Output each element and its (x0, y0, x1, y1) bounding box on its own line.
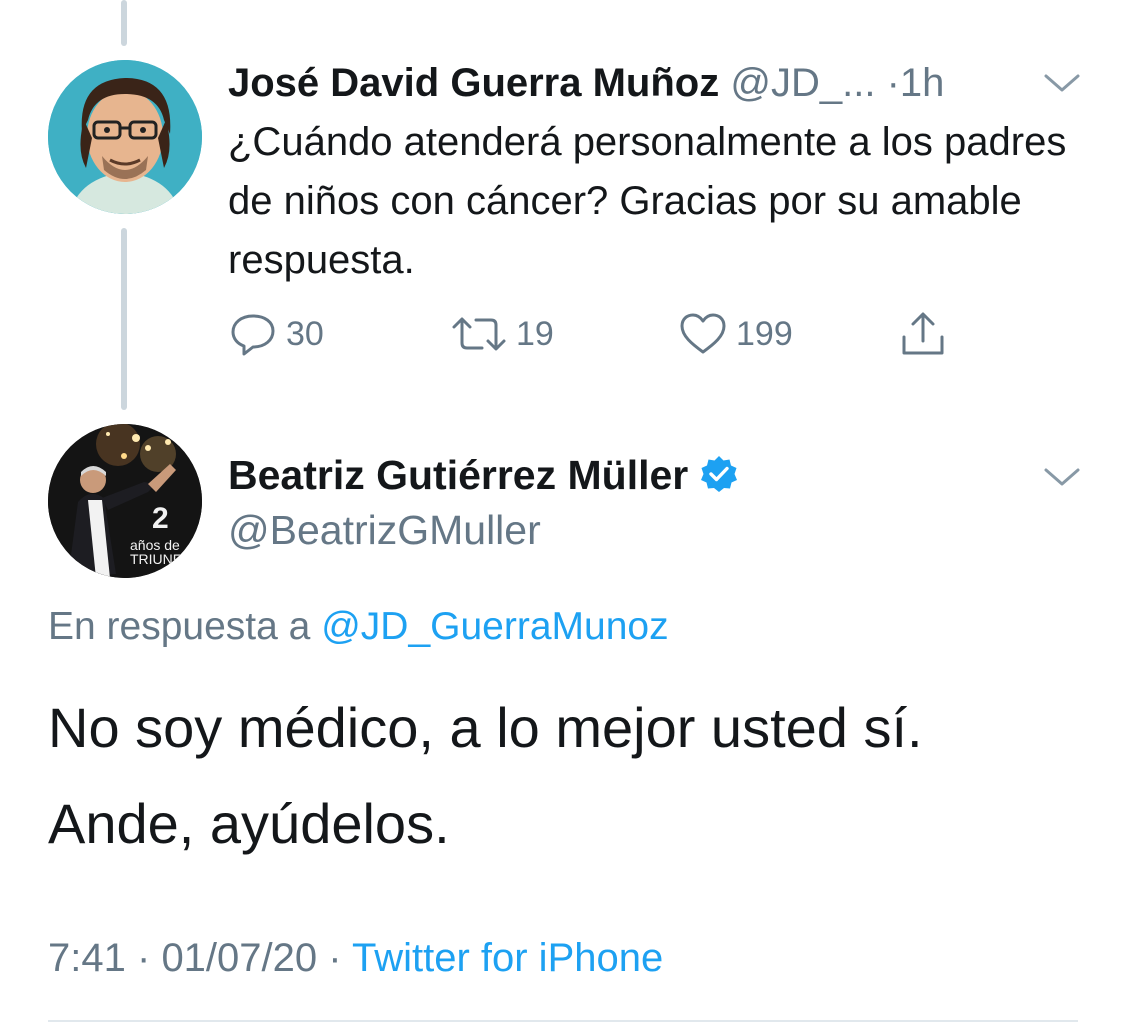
reply-context: En respuesta a @JD_GuerraMunoz (48, 602, 669, 652)
avatar-photo-image: 2 años de TRIUNFO (48, 424, 202, 578)
parent-tweet-time[interactable]: 1h (900, 61, 945, 105)
parent-tweet-text: ¿Cuándo atenderá personalmente a los pad… (228, 120, 1067, 282)
thread-line (121, 228, 127, 410)
retweet-icon (452, 317, 506, 351)
heart-icon (680, 313, 726, 354)
avatar-jose-david[interactable] (48, 60, 202, 214)
main-tweet-text: No soy médico, a lo mejor usted sí. Ande… (48, 680, 1088, 872)
main-author-name[interactable]: Beatriz Gutiérrez Müller (228, 452, 688, 499)
reply-count: 30 (286, 314, 324, 353)
parent-author-handle[interactable]: @JD_... (730, 61, 875, 105)
verified-badge-icon (701, 456, 738, 492)
parent-author-name[interactable]: José David Guerra Muñoz (228, 61, 719, 105)
reply-button[interactable]: 30 (228, 306, 324, 362)
main-tweet-text-line1: No soy médico, a lo mejor usted sí. (48, 696, 923, 759)
tweet-thread: José David Guerra Muñoz @JD_... ·1h ¿Cuá… (0, 0, 1125, 1033)
main-tweet-text-line2: Ande, ayúdelos. (48, 792, 450, 855)
share-icon (902, 312, 944, 355)
meta-separator: · (328, 936, 342, 980)
reply-icon (231, 314, 275, 356)
avatar-beatriz[interactable]: 2 años de TRIUNFO (48, 424, 202, 578)
chevron-down-icon[interactable] (1040, 68, 1084, 98)
parent-tweet-header: José David Guerra Muñoz @JD_... ·1h (228, 58, 1088, 108)
main-tweet-header: Beatriz Gutiérrez Müller (228, 448, 740, 502)
time-separator: · (886, 61, 900, 105)
divider (48, 1020, 1078, 1022)
tweet-action-bar: 30 19 199 (228, 306, 988, 362)
reply-prefix: En respuesta a (48, 605, 311, 648)
retweet-count: 19 (516, 314, 554, 353)
chevron-down-icon[interactable] (1040, 462, 1084, 492)
tweet-date[interactable]: 01/07/20 (161, 936, 317, 980)
main-author-handle[interactable]: @BeatrizGMuller (228, 504, 541, 556)
tweet-metadata: 7:41 · 01/07/20 · Twitter for iPhone (48, 932, 663, 984)
retweet-button[interactable]: 19 (450, 306, 554, 362)
meta-separator: · (136, 936, 151, 980)
share-button[interactable] (898, 306, 948, 362)
avatar-cartoon-image (48, 60, 202, 214)
like-button[interactable]: 199 (678, 306, 793, 362)
avatar-overlay-line2: TRIUNFO (130, 551, 192, 567)
avatar-overlay-number: 2 (152, 502, 169, 535)
like-count: 199 (736, 314, 793, 353)
reply-mention-link[interactable]: @JD_GuerraMunoz (321, 605, 668, 648)
tweet-source-link[interactable]: Twitter for iPhone (352, 936, 663, 980)
thread-line-top (121, 0, 127, 46)
tweet-time[interactable]: 7:41 (48, 936, 126, 980)
